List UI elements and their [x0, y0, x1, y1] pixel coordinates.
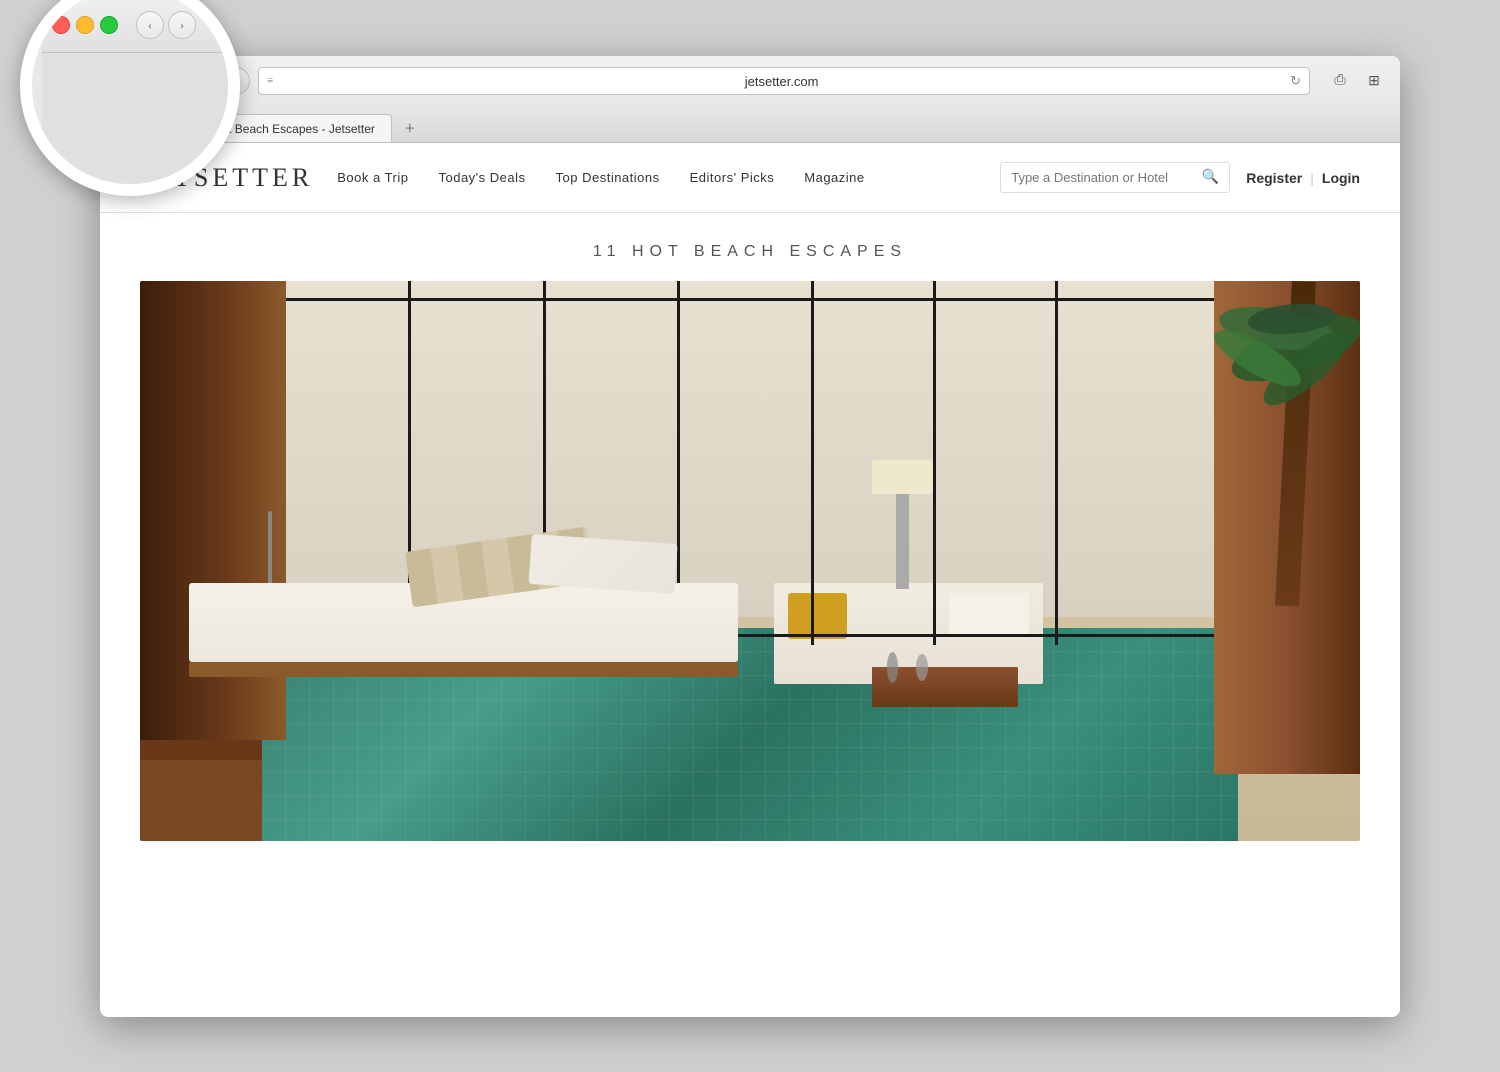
browser-window: ‹ › ‹ › ≡ jetsetter.com ↻ ⎙ ⊞ [100, 56, 1400, 1016]
hero-image [140, 281, 1360, 841]
add-tab-button[interactable]: ⊞ [1360, 67, 1388, 95]
header-right: 🔍 Register | Login [1000, 162, 1360, 193]
search-bar[interactable]: 🔍 [1000, 162, 1230, 193]
site-header: JETSETTER Book a Trip Today's Deals Top … [100, 143, 1400, 213]
search-icon: 🔍 [1202, 169, 1219, 186]
search-input[interactable] [1011, 170, 1194, 185]
address-bar-lines-icon: ≡ [267, 75, 273, 87]
nav-book-trip[interactable]: Book a Trip [337, 170, 408, 185]
browser-chrome: ‹ › ≡ jetsetter.com ↻ ⎙ ⊞ 11 Hot Beach E… [100, 56, 1400, 143]
white-pillows [949, 593, 1030, 633]
magnifier-forward-btn[interactable]: › [168, 11, 196, 39]
lamp-pole [896, 488, 908, 589]
magnifier-maximize-btn[interactable] [100, 16, 118, 34]
magnifier-close-btn[interactable] [52, 16, 70, 34]
magnifier-chrome: ‹ › [42, 0, 240, 53]
magnifier-overlay: ‹ › [20, 0, 240, 196]
yellow-pillow [788, 593, 847, 638]
site-nav: Book a Trip Today's Deals Top Destinatio… [337, 170, 864, 185]
register-link[interactable]: Register [1246, 170, 1302, 186]
share-button[interactable]: ⎙ [1326, 67, 1354, 95]
website-content: JETSETTER Book a Trip Today's Deals Top … [100, 143, 1400, 1017]
bottle2 [916, 654, 928, 681]
tab-bar: 11 Hot Beach Escapes - Jetsetter + [100, 106, 1400, 142]
daybed-frame [189, 662, 738, 678]
glass-frame-5 [933, 281, 936, 645]
white-pillow [529, 534, 679, 594]
bottle1 [887, 652, 899, 683]
steps-platform [140, 740, 262, 841]
new-tab-button[interactable]: + [396, 114, 424, 142]
nav-editors-picks[interactable]: Editors' Picks [690, 170, 775, 185]
nav-todays-deals[interactable]: Today's Deals [438, 170, 525, 185]
glass-frame-6 [1055, 281, 1058, 645]
browser-action-buttons: ⎙ ⊞ [1326, 67, 1388, 95]
title-bar: ‹ › ≡ jetsetter.com ↻ ⎙ ⊞ [100, 56, 1400, 106]
auth-divider: | [1310, 170, 1314, 186]
step-top [140, 740, 262, 760]
horizontal-frame-top [286, 298, 1213, 301]
nav-magazine[interactable]: Magazine [804, 170, 864, 185]
address-bar[interactable]: ≡ jetsetter.com ↻ [258, 67, 1310, 95]
hero-section: 11 HOT BEACH ESCAPES [100, 213, 1400, 861]
hero-title: 11 HOT BEACH ESCAPES [140, 243, 1360, 261]
address-bar-url: jetsetter.com [279, 74, 1284, 89]
glass-frame-4 [811, 281, 814, 645]
auth-links: Register | Login [1246, 170, 1360, 186]
lamp-shade [872, 460, 933, 494]
nav-top-destinations[interactable]: Top Destinations [556, 170, 660, 185]
magnifier-minimize-btn[interactable] [76, 16, 94, 34]
magnifier-back-btn[interactable]: ‹ [136, 11, 164, 39]
hero-scene [140, 281, 1360, 841]
magnifier-content: ‹ › [42, 0, 240, 196]
reload-button[interactable]: ↻ [1290, 73, 1301, 89]
palm-leaves [1116, 281, 1360, 466]
magnifier-nav: ‹ › [136, 11, 196, 39]
nightstand [872, 667, 1018, 706]
login-link[interactable]: Login [1322, 170, 1360, 186]
